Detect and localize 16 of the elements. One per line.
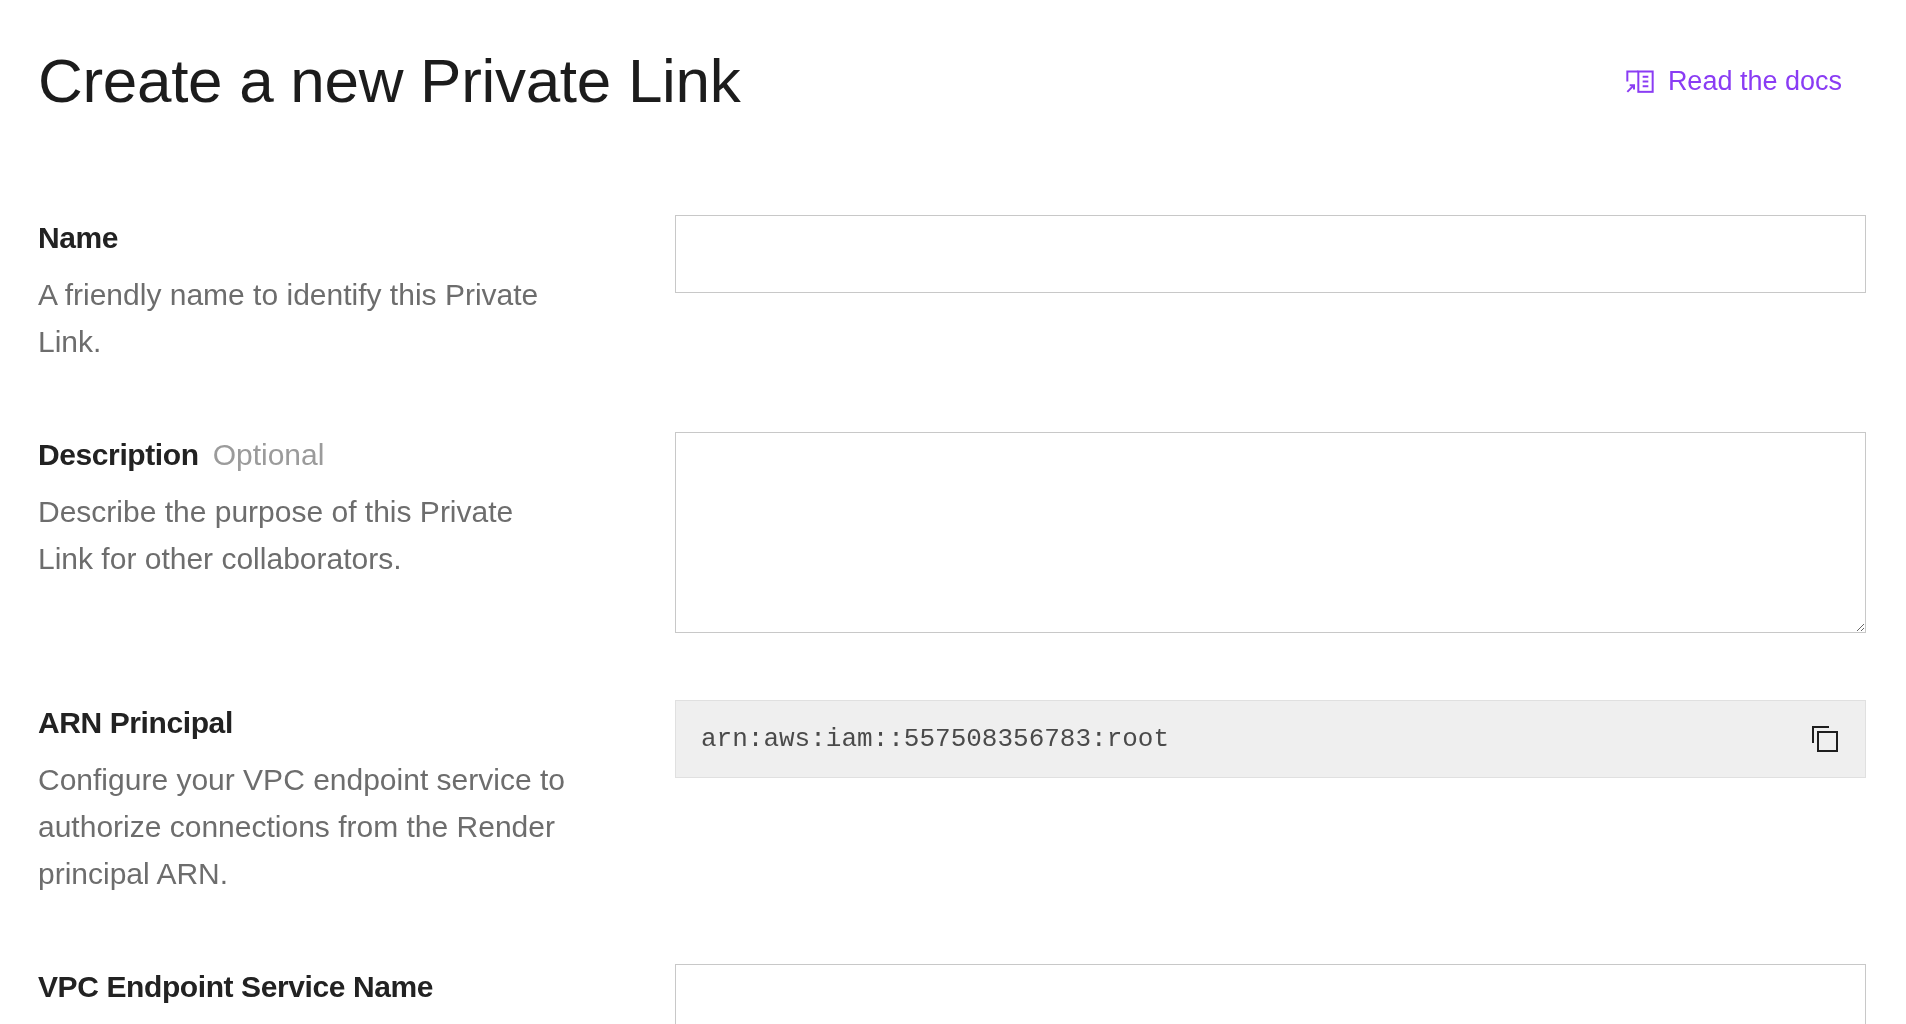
field-label: ARN Principal	[38, 705, 233, 741]
field-description: Configure your VPC endpoint service to authorize connections from the Render principal ARN.	[38, 762, 566, 892]
copy-icon[interactable]	[1812, 726, 1838, 752]
field-description: Describe the purpose of this Private Link for other collaborators.	[38, 494, 515, 577]
field-label: Name	[38, 220, 119, 256]
optional-tag: Optional	[212, 432, 325, 478]
text-input[interactable]	[675, 215, 1866, 293]
document-icon	[1625, 69, 1654, 93]
textarea-field[interactable]	[675, 432, 1866, 633]
field-label: VPC Endpoint Service Name	[38, 969, 434, 1005]
docs-link[interactable]: Read the docs	[1625, 65, 1842, 97]
field-label: Description	[38, 437, 199, 473]
page-title: Create a new Private Link	[38, 45, 741, 117]
field-description: A friendly name to identify this Private Link.	[38, 277, 540, 360]
text-input[interactable]	[675, 964, 1866, 1024]
arn-value: arn:aws:iam::557508356783:root	[701, 724, 1170, 754]
